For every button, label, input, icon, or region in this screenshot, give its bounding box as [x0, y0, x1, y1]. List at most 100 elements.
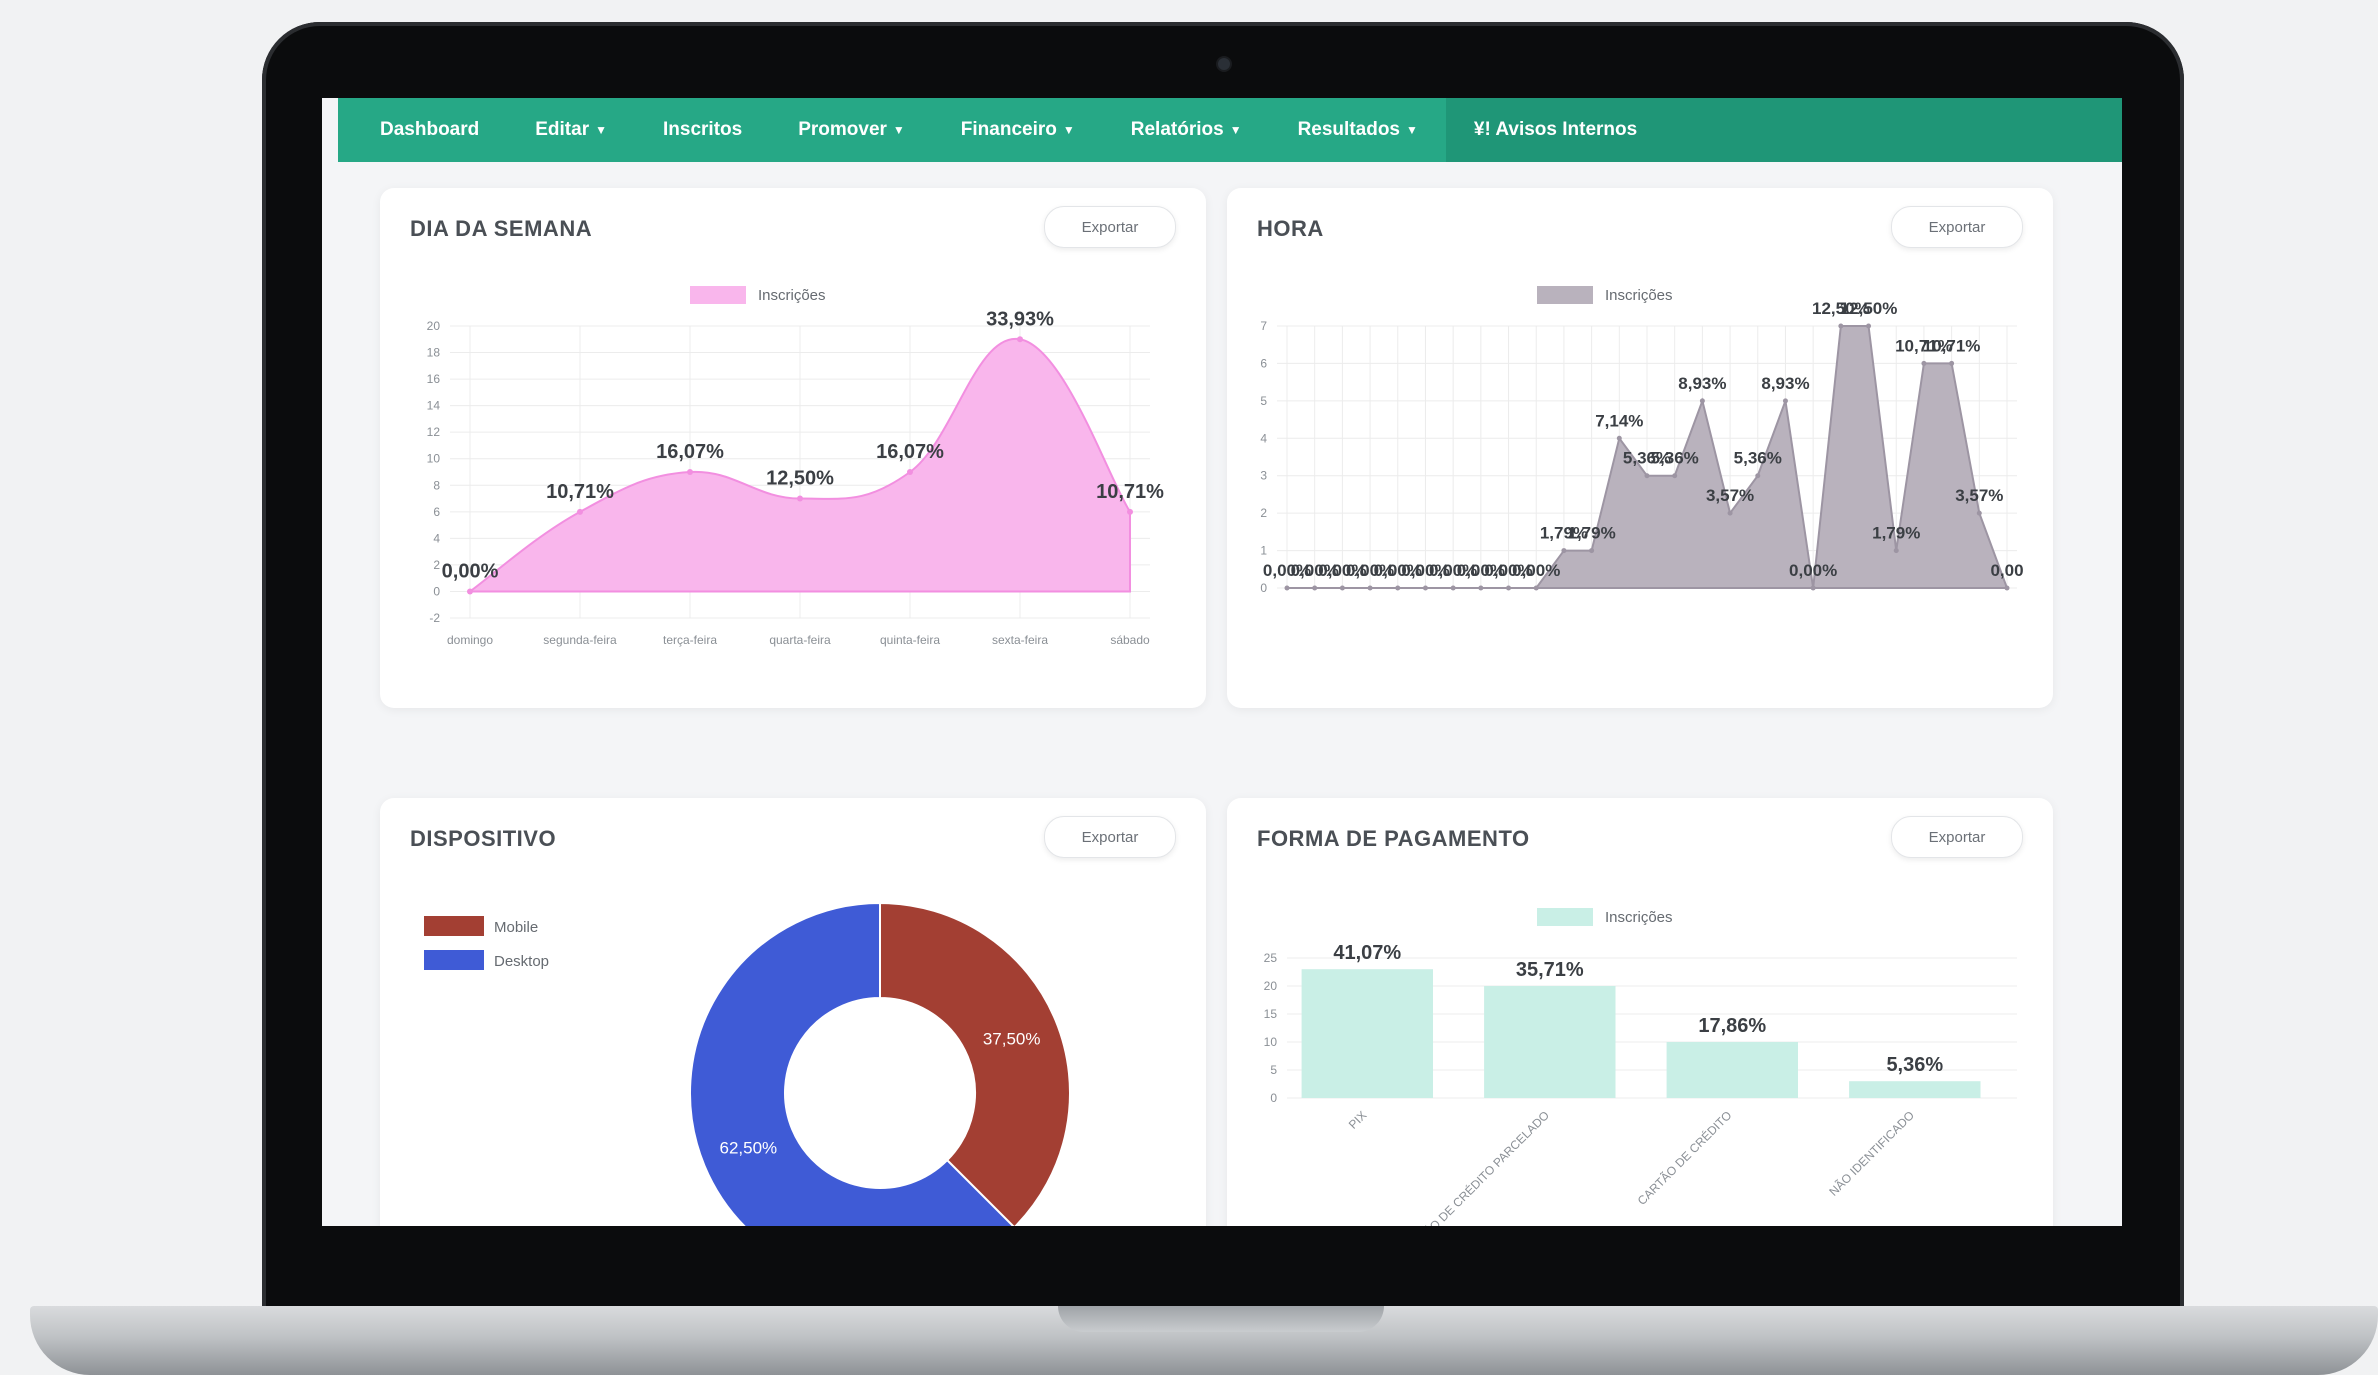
bar — [1666, 1042, 1798, 1098]
legend-swatch — [1537, 908, 1593, 926]
data-label: 16,07% — [656, 441, 724, 463]
nav-label: Editar — [535, 119, 590, 140]
y-tick-label: 0 — [1260, 581, 1267, 595]
y-tick-label: 5 — [1260, 394, 1267, 408]
data-label: 5,36% — [1734, 449, 1782, 468]
data-label: 3,57% — [1706, 486, 1754, 505]
nav-editar[interactable]: Editar ▼ — [507, 98, 635, 162]
camera-icon — [1216, 56, 1232, 72]
bar — [1484, 986, 1616, 1098]
data-label: 10,71% — [1923, 336, 1981, 355]
nav-relatorios[interactable]: Relatórios ▼ — [1103, 98, 1270, 162]
data-point — [2004, 585, 2010, 591]
x-tick-label: domingo — [447, 633, 493, 647]
nav-label: Financeiro — [960, 119, 1057, 140]
card-forma-pagamento: FORMA DE PAGAMENTO Exportar Inscrições 0 5… — [1227, 798, 2053, 1226]
y-tick-label: 12 — [427, 425, 441, 439]
data-point — [1644, 473, 1650, 479]
y-tick-label: 6 — [1260, 356, 1267, 370]
data-point — [1422, 585, 1428, 591]
y-tick-label: 18 — [427, 346, 441, 360]
nav-promover[interactable]: Promover ▼ — [770, 98, 933, 162]
data-point — [687, 469, 693, 475]
data-point — [1339, 585, 1345, 591]
caret-down-icon: ▼ — [1229, 123, 1242, 137]
legend-label: Inscrições — [1605, 909, 1673, 926]
caret-down-icon: ▼ — [595, 123, 607, 137]
pie-slice — [879, 901, 1071, 1226]
data-label: 12,50% — [1840, 299, 1898, 318]
y-tick-label: 8 — [433, 478, 440, 492]
data-point — [1506, 585, 1512, 591]
data-label: 0,00 — [1990, 561, 2023, 580]
data-label: 10,71% — [546, 481, 614, 503]
data-point — [1450, 585, 1456, 591]
y-tick-label: -2 — [429, 611, 440, 625]
y-tick-label: 15 — [1264, 1007, 1278, 1021]
y-tick-label: 0 — [1270, 1091, 1277, 1105]
dashboard-screen: Dashboard Editar ▼ Inscritos Promover ▼ Fi… — [322, 98, 2122, 1226]
data-point — [1838, 323, 1844, 329]
data-label: 1,79% — [1872, 524, 1920, 543]
y-tick-label: 2 — [1260, 506, 1267, 520]
y-tick-label: 7 — [1260, 319, 1267, 333]
nav-label: Relatórios — [1130, 119, 1224, 140]
data-point — [1616, 435, 1622, 441]
y-tick-label: 2 — [433, 558, 440, 572]
data-point — [1672, 473, 1678, 479]
y-tick-label: 4 — [1260, 431, 1267, 445]
data-label: 17,86% — [1698, 1015, 1766, 1037]
card-hora: HORA Exportar Inscrições 0 1 2 3 4 5 6 7 0,00% 0,0… — [1227, 188, 2053, 708]
data-label: 8,93% — [1761, 374, 1809, 393]
y-tick-label: 5 — [1270, 1063, 1277, 1077]
data-point — [1533, 585, 1539, 591]
data-point — [1478, 585, 1484, 591]
data-point — [1810, 585, 1816, 591]
caret-down-icon: ▼ — [892, 123, 905, 137]
y-tick-label: 0 — [433, 584, 440, 598]
data-point — [797, 495, 803, 502]
nav-inscritos[interactable]: Inscritos — [635, 98, 770, 162]
data-label: 12,50% — [766, 468, 834, 490]
legend-swatch — [690, 286, 746, 304]
slice-label: 37,50% — [983, 1029, 1041, 1048]
x-tick-label: segunda-feira — [543, 633, 617, 647]
data-label: 7,14% — [1595, 411, 1643, 430]
legend-swatch — [424, 916, 484, 936]
data-point — [1312, 585, 1318, 591]
legend-label: Inscrições — [1605, 287, 1673, 304]
nav-financeiro[interactable]: Financeiro ▼ — [933, 98, 1103, 162]
nav-resultados[interactable]: Resultados ▼ — [1270, 98, 1446, 162]
data-point — [1782, 398, 1788, 404]
data-point — [1284, 585, 1290, 591]
nav-label: Resultados — [1297, 119, 1400, 140]
legend-label: Inscrições — [758, 287, 826, 304]
data-point — [1976, 510, 1982, 516]
legend-swatch — [424, 950, 484, 970]
y-tick-label: 3 — [1260, 469, 1267, 483]
card-dia-semana: DIA DA SEMANA Exportar Inscrições -2 0 2 4 6 8… — [380, 188, 1206, 708]
bar — [1301, 969, 1433, 1098]
nav-dashboard[interactable]: Dashboard — [338, 98, 507, 162]
data-label: 5,36% — [1886, 1054, 1943, 1076]
nav-label: Promover — [798, 119, 887, 140]
card-dispositivo: DISPOSITIVO Exportar Mobile Desktop 37,50%… — [380, 798, 1206, 1226]
slice-label: 62,50% — [720, 1139, 778, 1158]
x-tick-label: CARTÃO DE CRÉDITO — [1634, 1108, 1734, 1208]
hora-chart: Inscrições012345670,00%0,00%0,00%0,00%0,… — [1260, 286, 2024, 595]
nav-avisos-internos[interactable]: ¥! Avisos Internos — [1445, 98, 1666, 162]
data-label: 0,00% — [1512, 561, 1560, 580]
data-point — [1866, 323, 1872, 329]
bar — [1849, 1081, 1981, 1098]
y-tick-label: 10 — [1264, 1035, 1278, 1049]
data-point — [1395, 585, 1401, 591]
y-tick-label: 1 — [1260, 544, 1267, 558]
y-tick-label: 16 — [427, 372, 441, 386]
dia-semana-chart: Inscrições -2 0 2 4 6 8 10 12 14 16 18 20 0,00% doming… — [427, 286, 1164, 647]
data-label: 5,36% — [1651, 449, 1699, 468]
data-point — [1561, 548, 1567, 554]
pagamento-chart: Inscrições 0 5 10 15 20 25 41,07% PIX 35,71% CARTÃ… — [1264, 908, 2017, 1226]
x-tick-label: CARTÃO DE CRÉDITO PARCELADO — [1398, 1108, 1552, 1226]
data-point — [907, 469, 913, 475]
y-tick-label: 10 — [427, 452, 441, 466]
